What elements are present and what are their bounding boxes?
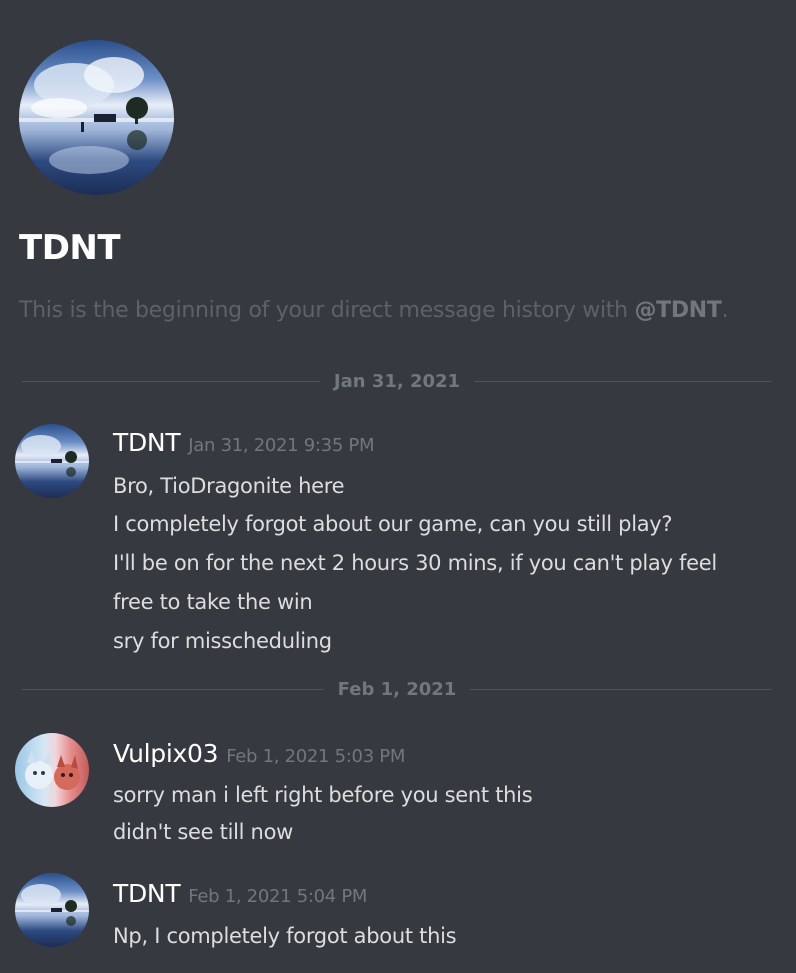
message-header: TDNT Jan 31, 2021 9:35 PM <box>113 428 374 457</box>
timestamp: Jan 31, 2021 9:35 PM <box>188 435 375 456</box>
timestamp: Feb 1, 2021 5:03 PM <box>226 746 406 767</box>
message-line: Np, I completely forgot about this <box>113 924 457 948</box>
divider-date: Jan 31, 2021 <box>333 370 461 392</box>
message-header: Vulpix03 Feb 1, 2021 5:03 PM <box>113 739 405 768</box>
channel-title: TDNT <box>19 228 121 268</box>
user-mention[interactable]: @TDNT <box>634 298 722 323</box>
dm-channel: TDNT This is the beginning of your direc… <box>0 0 796 973</box>
vulpix-avatar-icon <box>25 751 80 790</box>
intro-text: This is the beginning of your direct mes… <box>19 298 635 323</box>
divider-line <box>22 688 324 690</box>
username[interactable]: Vulpix03 <box>113 739 219 768</box>
tdnt-avatar-icon <box>15 884 89 926</box>
avatar[interactable] <box>15 733 89 807</box>
message-header: TDNT Feb 1, 2021 5:04 PM <box>113 879 367 908</box>
tdnt-avatar-icon <box>15 435 89 477</box>
divider-line <box>474 380 772 382</box>
channel-avatar[interactable] <box>19 40 174 195</box>
divider-line <box>470 688 772 690</box>
timestamp: Feb 1, 2021 5:04 PM <box>188 886 368 907</box>
date-divider: Feb 1, 2021 <box>22 678 772 700</box>
divider-date: Feb 1, 2021 <box>337 678 457 700</box>
username[interactable]: TDNT <box>113 879 181 908</box>
message-line: I'll be on for the next 2 hours 30 mins,… <box>113 551 717 575</box>
landscape-image <box>19 57 174 174</box>
message-line: I completely forgot about our game, can … <box>113 512 673 536</box>
message-line: sry for misscheduling <box>113 629 332 653</box>
avatar[interactable] <box>15 424 89 498</box>
username[interactable]: TDNT <box>113 428 181 457</box>
message-line: Bro, TioDragonite here <box>113 474 345 498</box>
message-line: didn't see till now <box>113 820 293 844</box>
divider-line <box>22 380 320 382</box>
dm-intro-text: This is the beginning of your direct mes… <box>19 298 729 323</box>
avatar[interactable] <box>15 873 89 947</box>
message-line: free to take the win <box>113 590 313 614</box>
intro-suffix: . <box>721 298 729 323</box>
message-line: sorry man i left right before you sent t… <box>113 783 533 807</box>
date-divider: Jan 31, 2021 <box>22 370 772 392</box>
